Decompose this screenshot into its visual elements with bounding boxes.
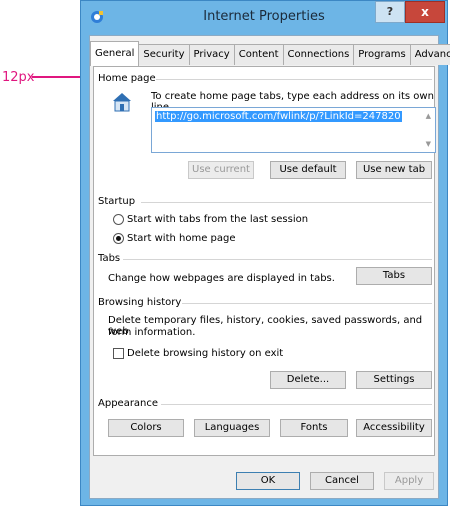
startup-section-label: Startup <box>98 196 136 207</box>
home-page-divider <box>156 79 432 80</box>
tab-general[interactable]: General <box>90 41 140 66</box>
startup-divider <box>141 202 432 203</box>
tab-connections[interactable]: Connections <box>282 44 355 65</box>
dialog-footer: OK Cancel Apply <box>90 460 438 500</box>
home-page-url-field[interactable]: http://go.microsoft.com/fwlink/p/?LinkId… <box>151 107 436 153</box>
fonts-button[interactable]: Fonts <box>280 419 348 437</box>
history-settings-button[interactable]: Settings <box>356 371 432 389</box>
start-with-tabs-label[interactable]: Start with tabs from the last session <box>127 214 308 225</box>
delete-history-on-exit-label[interactable]: Delete browsing history on exit <box>127 348 283 359</box>
ok-button[interactable]: OK <box>236 472 300 490</box>
home-page-section-label: Home page <box>98 73 156 84</box>
tab-security[interactable]: Security <box>138 44 190 65</box>
annotation-label: 12px <box>2 70 35 85</box>
tab-strip: General Security Privacy Content Connect… <box>90 41 450 66</box>
browsing-history-section-label: Browsing history <box>98 297 182 308</box>
colors-button[interactable]: Colors <box>108 419 184 437</box>
internet-properties-dialog: Internet Properties ? x General Security… <box>80 0 450 506</box>
browsing-history-divider <box>182 303 432 304</box>
use-current-button[interactable]: Use current <box>188 161 254 179</box>
home-page-url-text[interactable]: http://go.microsoft.com/fwlink/p/?LinkId… <box>155 111 402 122</box>
delete-history-on-exit-checkbox[interactable] <box>113 348 124 359</box>
tab-privacy[interactable]: Privacy <box>188 44 235 65</box>
cancel-button[interactable]: Cancel <box>310 472 374 490</box>
tabs-divider <box>123 259 432 260</box>
browsing-history-description-line2: form information. <box>108 327 196 338</box>
start-with-home-label[interactable]: Start with home page <box>127 233 236 244</box>
title-bar[interactable]: Internet Properties ? x <box>81 1 447 35</box>
appearance-divider <box>161 404 432 405</box>
dialog-client-area: General Security Privacy Content Connect… <box>89 35 450 500</box>
tabs-section-label: Tabs <box>98 253 121 264</box>
close-button[interactable]: x <box>405 1 445 23</box>
radio-start-with-tabs[interactable] <box>113 214 124 225</box>
scroll-down-icon[interactable]: ▼ <box>426 140 431 148</box>
scroll-up-icon[interactable]: ▲ <box>426 112 431 120</box>
use-default-button[interactable]: Use default <box>270 161 346 179</box>
appearance-section-label: Appearance <box>98 398 159 409</box>
accessibility-button[interactable]: Accessibility <box>356 419 432 437</box>
use-new-tab-button[interactable]: Use new tab <box>356 161 432 179</box>
tab-programs[interactable]: Programs <box>353 44 411 65</box>
house-icon <box>113 93 131 112</box>
help-button[interactable]: ? <box>375 1 405 23</box>
tabs-settings-button[interactable]: Tabs <box>356 267 432 285</box>
tabs-description: Change how webpages are displayed in tab… <box>108 273 335 284</box>
tab-content[interactable]: Content <box>233 44 284 65</box>
delete-button[interactable]: Delete... <box>270 371 346 389</box>
languages-button[interactable]: Languages <box>194 419 270 437</box>
radio-start-with-home[interactable] <box>113 233 124 244</box>
general-tab-panel: Home page To create home page tabs, type… <box>93 66 436 456</box>
tab-advanced[interactable]: Advanced <box>409 44 450 65</box>
apply-button[interactable]: Apply <box>384 472 434 490</box>
